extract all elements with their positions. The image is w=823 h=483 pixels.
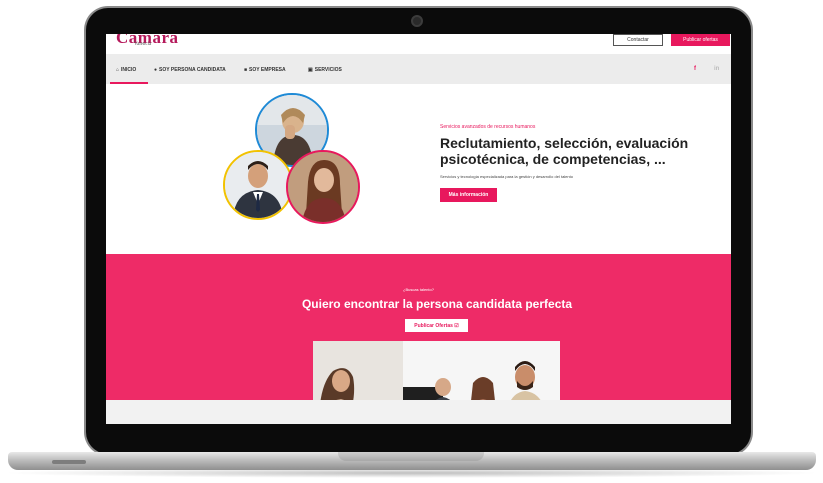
nav-item-company[interactable]: ■ SOY EMPRESA (244, 67, 286, 73)
nav-item-label: SOY PERSONA CANDIDATA (159, 67, 226, 73)
linkedin-icon[interactable]: in (714, 66, 719, 72)
hero-description: Servicios y tecnología especializada par… (440, 174, 573, 179)
hero-title: Reclutamiento, selección, evaluación psi… (440, 135, 689, 167)
cta-eyebrow: ¿Buscas talento? (403, 287, 434, 292)
publish-offers-cta-button[interactable]: Publicar Ofertas ☑ (405, 319, 468, 332)
briefcase-icon: ▣ (308, 67, 313, 73)
cta-band: ¿Buscas talento? Quiero encontrar la per… (106, 254, 731, 423)
user-icon: ● (154, 67, 158, 73)
publish-offers-button[interactable]: Publicar ofertas (671, 34, 730, 46)
nav-item-candidate[interactable]: ● SOY PERSONA CANDIDATA (154, 67, 226, 73)
hero-photo-woman-smiling (286, 150, 360, 224)
webcam-icon (411, 15, 423, 27)
nav-item-services[interactable]: ▣ SERVICIOS (308, 67, 342, 73)
contact-button[interactable]: Contactar (613, 34, 663, 46)
nav-item-inicio[interactable]: ⌂ INICIO (116, 67, 136, 73)
hero-eyebrow: Servicios avanzados de recursos humanos (440, 124, 536, 130)
hero-photo-man-suit (223, 150, 293, 220)
building-icon: ■ (244, 67, 248, 73)
laptop-screen: Camara Valencia Contactar Publicar ofert… (106, 34, 731, 424)
main-nav: ⌂ INICIO ● SOY PERSONA CANDIDATA ■ SOY EMPR… (106, 54, 731, 84)
home-icon: ⌂ (116, 67, 120, 73)
site-logo-subtitle: Valencia (134, 42, 152, 47)
more-info-button[interactable]: Más información (440, 188, 497, 202)
nav-item-label: INICIO (121, 67, 137, 73)
facebook-icon[interactable]: f (694, 66, 696, 72)
next-section (106, 400, 731, 424)
cta-title: Quiero encontrar la persona candidata pe… (301, 297, 573, 311)
hero-section: Servicios avanzados de recursos humanos … (106, 84, 731, 254)
site-header: Camara Valencia Contactar Publicar ofert… (106, 34, 731, 54)
laptop-notch (338, 452, 484, 461)
nav-item-label: SOY EMPRESA (249, 67, 286, 73)
laptop-led (52, 460, 86, 464)
nav-item-label: SERVICIOS (314, 67, 342, 73)
